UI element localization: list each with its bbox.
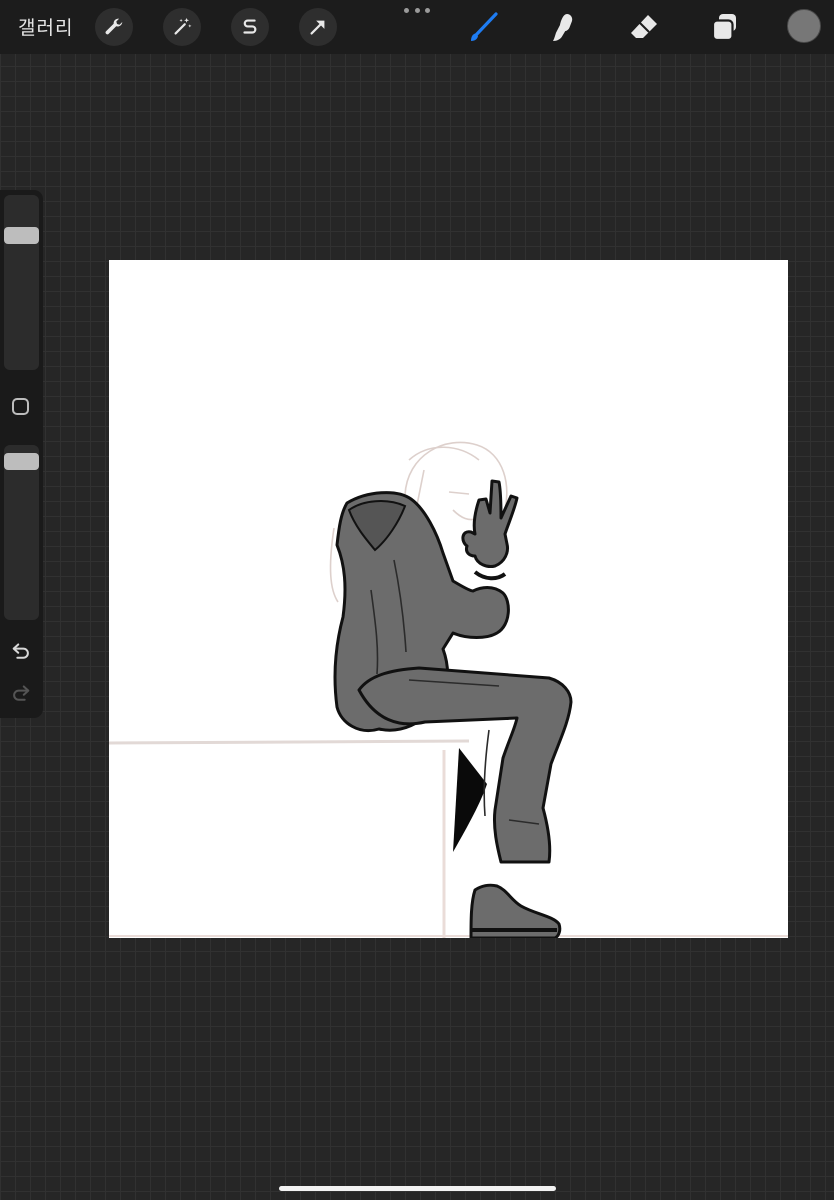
transform-button[interactable]: [299, 8, 337, 46]
brush-size-slider[interactable]: [4, 195, 39, 370]
more-options-icon[interactable]: [404, 8, 430, 16]
redo-icon[interactable]: [10, 681, 32, 703]
artwork-illustration: [109, 441, 788, 938]
selection-button[interactable]: [231, 8, 269, 46]
sidebar: [0, 190, 43, 718]
eraser-icon: [631, 15, 657, 38]
brush-size-thumb[interactable]: [4, 227, 39, 244]
brush-opacity-slider[interactable]: [4, 445, 39, 620]
layers-icon: [711, 14, 736, 42]
top-toolbar: 갤러리: [0, 0, 834, 54]
brush-tool-button[interactable]: [465, 8, 503, 46]
arrow-transform-icon: [310, 20, 325, 35]
layers-button[interactable]: [706, 8, 744, 46]
color-picker-button[interactable]: [787, 9, 821, 43]
adjustments-button[interactable]: [163, 8, 201, 46]
brush-icon: [471, 12, 498, 41]
eraser-tool-button[interactable]: [626, 8, 664, 46]
wrench-icon: [105, 18, 123, 35]
brush-opacity-thumb[interactable]: [4, 453, 39, 470]
drawing-canvas[interactable]: [109, 260, 788, 938]
home-indicator: [279, 1186, 556, 1191]
undo-icon[interactable]: [10, 639, 32, 661]
smudge-icon: [553, 14, 573, 41]
actions-button[interactable]: [95, 8, 133, 46]
gallery-button[interactable]: 갤러리: [18, 13, 73, 40]
magic-wand-icon: [174, 17, 192, 35]
smudge-tool-button[interactable]: [545, 8, 583, 46]
modify-button[interactable]: [12, 398, 29, 415]
selection-s-icon: [243, 19, 257, 34]
